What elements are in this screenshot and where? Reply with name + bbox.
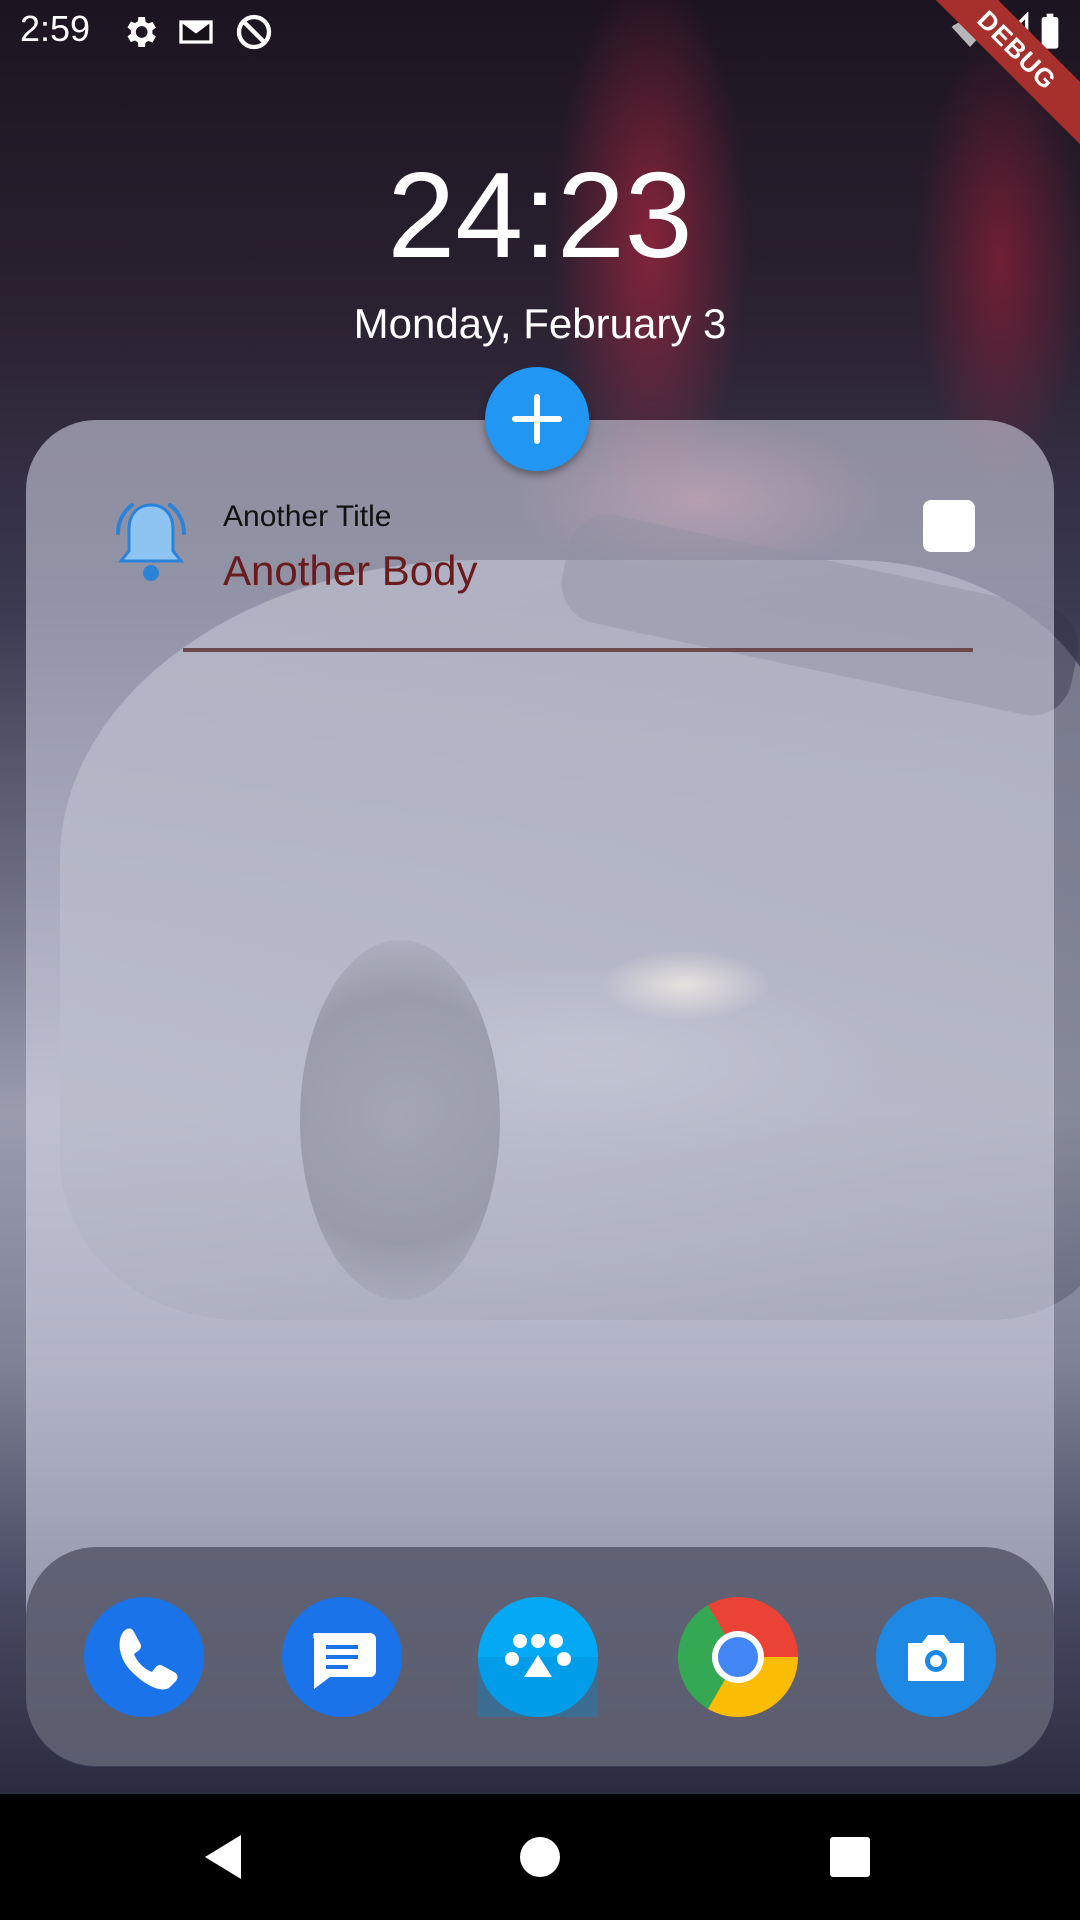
status-time: 2:59 bbox=[20, 8, 91, 49]
camera-app[interactable] bbox=[876, 1597, 996, 1717]
plus-icon bbox=[512, 394, 562, 444]
bell-icon bbox=[116, 503, 186, 581]
note-body: Another Body bbox=[223, 547, 478, 594]
settings-icon bbox=[127, 17, 156, 47]
note-divider bbox=[183, 648, 973, 652]
recents-icon[interactable] bbox=[820, 1827, 880, 1887]
note-title: Another Title bbox=[223, 500, 392, 533]
back-icon[interactable] bbox=[195, 1827, 255, 1887]
do-not-disturb-icon bbox=[236, 14, 272, 50]
note-checkbox[interactable] bbox=[923, 500, 975, 552]
status-bar: 2:59 DEBUG bbox=[0, 0, 1080, 147]
chrome-icon bbox=[712, 1631, 764, 1683]
camera-icon bbox=[908, 1635, 964, 1681]
note-item[interactable]: Another Title Another Body bbox=[108, 495, 978, 655]
wallpaper: 2:59 DEBUG 24:23 Monday, February 3 Anot… bbox=[0, 0, 1080, 1794]
navigation-bar bbox=[0, 1794, 1080, 1920]
add-note-button[interactable] bbox=[485, 367, 589, 471]
clock-time: 24:23 bbox=[387, 147, 693, 283]
home-icon[interactable] bbox=[510, 1827, 570, 1887]
phone-app[interactable] bbox=[84, 1597, 204, 1717]
messages-icon bbox=[313, 1633, 376, 1689]
clock-date: Monday, February 3 bbox=[353, 300, 727, 347]
apps-dots-icon bbox=[478, 1634, 598, 1717]
gmail-icon bbox=[179, 20, 213, 44]
app-dock bbox=[26, 1547, 1054, 1767]
phone-icon bbox=[119, 1628, 178, 1690]
messages-app[interactable] bbox=[282, 1597, 402, 1717]
apps-drawer-app[interactable] bbox=[478, 1597, 598, 1717]
chrome-app[interactable] bbox=[678, 1597, 798, 1717]
